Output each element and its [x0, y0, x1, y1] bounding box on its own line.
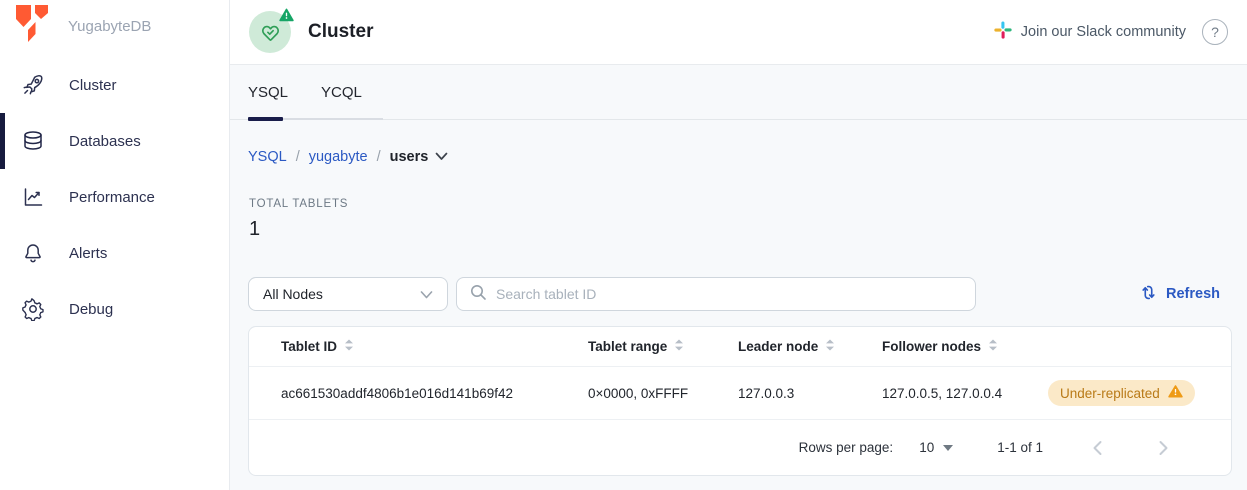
slack-icon	[994, 21, 1012, 43]
rows-per-page-label: Rows per page:	[799, 440, 894, 455]
sidebar-item-cluster[interactable]: Cluster	[0, 57, 229, 113]
breadcrumb-link-yugabyte[interactable]: yugabyte	[309, 149, 368, 165]
node-filter-select[interactable]: All Nodes	[248, 277, 448, 311]
status-badge-label: Under-replicated	[1060, 386, 1160, 401]
tab-label: YCQL	[321, 84, 362, 101]
pagination-range-label: 1-1 of 1	[997, 440, 1043, 455]
tab-ysql[interactable]: YSQL	[248, 65, 288, 119]
sidebar-item-label: Cluster	[69, 77, 117, 94]
cluster-health-icon	[249, 11, 291, 53]
gear-icon	[21, 297, 45, 321]
node-filter-value: All Nodes	[263, 286, 323, 302]
sidebar-item-label: Databases	[69, 133, 141, 150]
sidebar: YugabyteDB Cluster Databases	[0, 0, 230, 490]
next-page-button[interactable]	[1151, 436, 1175, 460]
refresh-label: Refresh	[1166, 286, 1220, 302]
health-warning-badge-icon	[279, 8, 294, 27]
sidebar-item-debug[interactable]: Debug	[0, 281, 229, 337]
brand-label: YugabyteDB	[68, 18, 151, 35]
sidebar-item-label: Alerts	[69, 245, 107, 262]
column-label: Tablet range	[588, 339, 667, 354]
dropdown-arrow-icon	[943, 445, 953, 451]
brand-row[interactable]: YugabyteDB	[0, 0, 229, 52]
table-row[interactable]: ac661530addf4806b1e016d141b69f42 0×0000,…	[249, 367, 1231, 420]
warning-triangle-icon	[1168, 385, 1183, 401]
refresh-button[interactable]: Refresh	[1139, 283, 1220, 306]
sidebar-item-databases[interactable]: Databases	[0, 113, 229, 169]
tab-ycql[interactable]: YCQL	[321, 65, 362, 119]
sidebar-item-label: Debug	[69, 301, 113, 318]
cell-tablet-range: 0×0000, 0xFFFF	[588, 386, 738, 401]
stat-value: 1	[249, 218, 1247, 241]
table-controls: All Nodes Refresh	[248, 277, 1220, 311]
rocket-icon	[21, 73, 45, 97]
tab-label: YSQL	[248, 84, 288, 101]
column-header-leader-node[interactable]: Leader node	[738, 339, 882, 354]
rows-per-page-select[interactable]: 10	[919, 440, 953, 455]
search-input[interactable]	[496, 286, 963, 302]
pagination-bar: Rows per page: 10 1-1 of 1	[249, 420, 1231, 475]
breadcrumb-link-ysql[interactable]: YSQL	[248, 149, 287, 165]
sort-icon	[825, 339, 835, 354]
stat-label: TOTAL TABLETS	[249, 198, 1247, 210]
rows-per-page-value: 10	[919, 440, 934, 455]
sort-icon	[344, 339, 354, 354]
active-tab-indicator	[248, 117, 283, 121]
breadcrumb-current-table-dropdown[interactable]: users	[390, 149, 449, 165]
cell-follower-nodes: 127.0.0.5, 127.0.0.4	[882, 386, 1048, 401]
column-header-tablet-range[interactable]: Tablet range	[588, 339, 738, 354]
slack-link-label: Join our Slack community	[1021, 24, 1186, 40]
sidebar-item-performance[interactable]: Performance	[0, 169, 229, 225]
help-button[interactable]: ?	[1202, 19, 1228, 45]
api-tabbar: YSQL YCQL	[230, 65, 1247, 120]
sort-icon	[674, 339, 684, 354]
cell-tablet-id: ac661530addf4806b1e016d141b69f42	[281, 386, 588, 401]
table-header-row: Tablet ID Tablet range Leader node Follo…	[249, 327, 1231, 367]
sidebar-item-label: Performance	[69, 189, 155, 206]
main-area: Cluster Join our Slack community ? Y	[230, 0, 1247, 490]
status-badge: Under-replicated	[1048, 380, 1195, 406]
performance-chart-icon	[21, 185, 45, 209]
chevron-down-icon	[420, 286, 433, 302]
breadcrumb-current-label: users	[390, 149, 429, 165]
tablets-table-card: Tablet ID Tablet range Leader node Follo…	[248, 326, 1232, 476]
page-header: Cluster Join our Slack community ?	[230, 0, 1247, 65]
refresh-icon	[1139, 283, 1158, 306]
column-label: Tablet ID	[281, 339, 337, 354]
previous-page-button[interactable]	[1085, 436, 1109, 460]
column-header-tablet-id[interactable]: Tablet ID	[281, 339, 588, 354]
tablet-search-box	[456, 277, 976, 311]
column-label: Leader node	[738, 339, 818, 354]
cell-leader-node: 127.0.0.3	[738, 386, 882, 401]
sort-icon	[988, 339, 998, 354]
database-icon	[21, 129, 45, 153]
bell-icon	[21, 241, 45, 265]
slack-community-link[interactable]: Join our Slack community	[994, 21, 1186, 43]
column-label: Follower nodes	[882, 339, 981, 354]
breadcrumb-separator: /	[377, 149, 381, 165]
question-mark-icon: ?	[1211, 24, 1219, 40]
column-header-follower-nodes[interactable]: Follower nodes	[882, 339, 1048, 354]
breadcrumb: YSQL / yugabyte / users	[248, 149, 1247, 165]
total-tablets-stat: TOTAL TABLETS 1	[249, 198, 1247, 241]
search-icon	[469, 283, 487, 306]
breadcrumb-separator: /	[296, 149, 300, 165]
chevron-down-icon	[435, 149, 448, 165]
topbar-right: Join our Slack community ?	[994, 19, 1228, 45]
page-title: Cluster	[308, 21, 373, 43]
sidebar-item-alerts[interactable]: Alerts	[0, 225, 229, 281]
yugabytedb-logo-icon	[14, 4, 50, 49]
sidebar-nav: Cluster Databases Performance	[0, 57, 229, 337]
